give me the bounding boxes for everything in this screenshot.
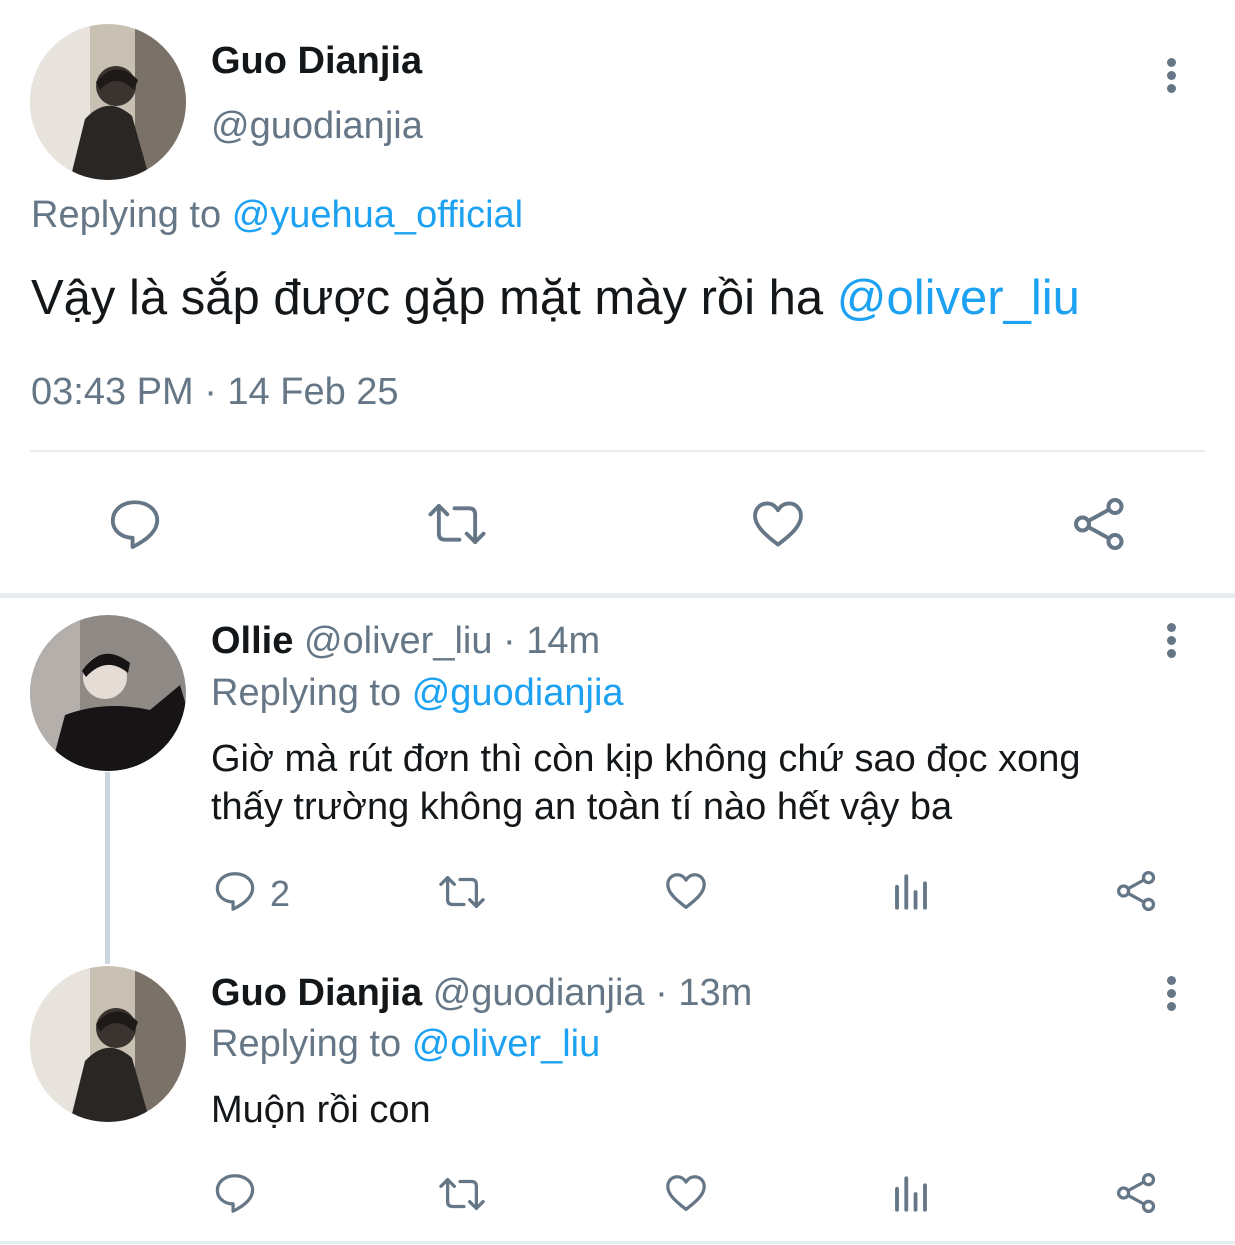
reply-time[interactable]: · 14m: [503, 620, 600, 662]
replying-to-label: Replying to: [31, 194, 222, 236]
replying-to-label: Replying to: [211, 1023, 402, 1065]
author-handle[interactable]: @oliver_liu: [304, 620, 493, 662]
share-icon[interactable]: [1114, 868, 1160, 914]
replying-to-line: Replying to @yuehua_official: [31, 194, 523, 237]
analytics-icon[interactable]: [890, 871, 932, 913]
bottom-divider: [0, 1241, 1235, 1244]
like-icon[interactable]: [662, 1170, 710, 1216]
share-icon[interactable]: [1114, 1170, 1160, 1216]
replying-to-handle[interactable]: @oliver_liu: [412, 1023, 601, 1065]
reply-time[interactable]: · 13m: [655, 972, 752, 1014]
replying-to-line: Replying to @oliver_liu: [211, 1023, 600, 1066]
thread-line: [105, 772, 110, 964]
more-options-icon[interactable]: [1161, 976, 1181, 1020]
reply-count: 2: [270, 873, 291, 914]
avatar-guodianjia[interactable]: [30, 24, 186, 180]
author-handle[interactable]: @guodianjia: [433, 972, 645, 1014]
reply-icon[interactable]: [106, 495, 164, 553]
like-icon[interactable]: [662, 868, 710, 914]
retweet-icon[interactable]: [436, 1171, 488, 1217]
more-options-icon[interactable]: [1161, 623, 1181, 667]
retweet-icon[interactable]: [436, 869, 488, 915]
replying-to-handle[interactable]: @guodianjia: [412, 672, 624, 714]
avatar-image: [30, 615, 186, 771]
author-handle[interactable]: @guodianjia: [211, 105, 423, 148]
tweet-mention[interactable]: @oliver_liu: [837, 271, 1080, 325]
reply-text-line-1: Giờ mà rút đơn thì còn kịp không chứ sao…: [211, 738, 1081, 780]
avatar-oliver-liu[interactable]: [30, 615, 186, 771]
more-options-icon[interactable]: [1161, 58, 1181, 102]
avatar-image: [30, 24, 186, 180]
share-icon[interactable]: [1070, 494, 1130, 554]
tweet-text: Vậy là sắp được gặp mặt mày rồi ha @oliv…: [31, 270, 1080, 326]
like-icon[interactable]: [748, 495, 808, 553]
author-name[interactable]: Ollie: [211, 620, 293, 662]
avatar-image: [30, 966, 186, 1122]
tweet-body: Vậy là sắp được gặp mặt mày rồi ha: [31, 271, 824, 325]
replying-to-line: Replying to @guodianjia: [211, 672, 624, 715]
reply-header: Ollie @oliver_liu · 14m: [211, 620, 600, 663]
analytics-icon[interactable]: [890, 1173, 932, 1215]
avatar-guodianjia[interactable]: [30, 966, 186, 1122]
divider: [30, 450, 1205, 452]
reply-text-line-2: thấy trường không an toàn tí nào hết vậy…: [211, 786, 953, 828]
replying-to-handle[interactable]: @yuehua_official: [232, 194, 523, 236]
section-divider: [0, 593, 1235, 598]
author-name[interactable]: Guo Dianjia: [211, 972, 422, 1014]
author-name[interactable]: Guo Dianjia: [211, 40, 422, 83]
reply-icon[interactable]: [212, 868, 258, 914]
replying-to-label: Replying to: [211, 672, 402, 714]
reply-header: Guo Dianjia @guodianjia · 13m: [211, 972, 752, 1015]
tweet-timestamp[interactable]: 03:43 PM · 14 Feb 25: [31, 371, 399, 414]
retweet-icon[interactable]: [424, 495, 490, 553]
reply-text-line-1: Muộn rồi con: [211, 1089, 431, 1131]
reply-icon[interactable]: [212, 1170, 258, 1216]
